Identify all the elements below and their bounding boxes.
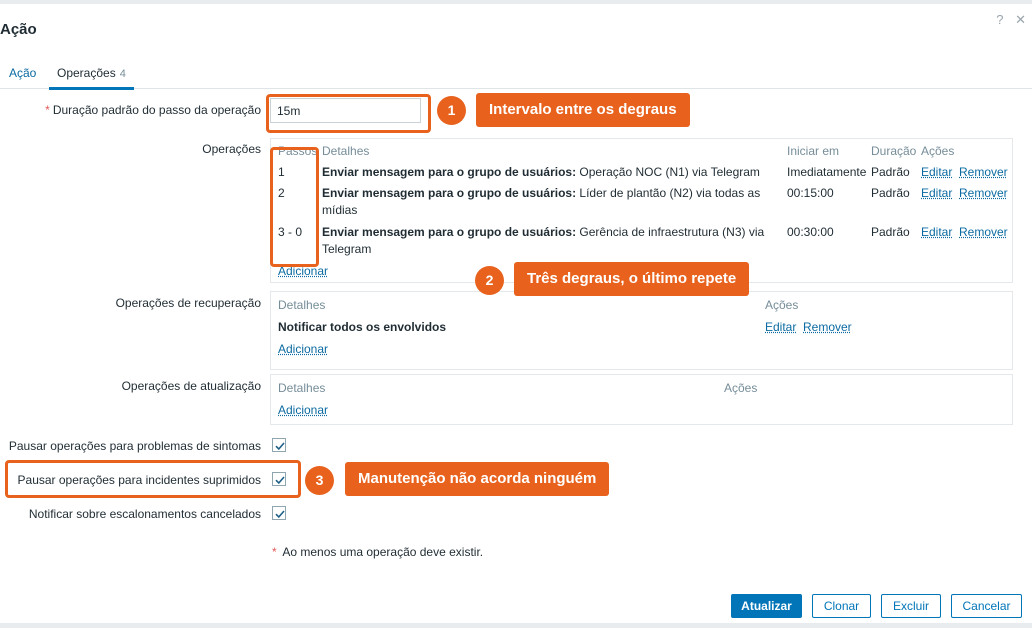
required-note: * Ao menos uma operação deve existir. bbox=[272, 545, 483, 559]
col-start-in: Iniciar em bbox=[787, 144, 840, 158]
annotation-badge-1: 1 bbox=[437, 96, 466, 125]
checkmark-icon bbox=[275, 510, 285, 519]
row3-details-text: Gerência de infraestrutura (N3) via bbox=[579, 225, 765, 239]
delete-button[interactable]: Excluir bbox=[881, 594, 941, 618]
row3-start-in: 00:30:00 bbox=[787, 225, 834, 239]
row3-edit-link[interactable]: Editar bbox=[921, 225, 952, 239]
recovery-table: Detalhes Ações Notificar todos os envolv… bbox=[270, 291, 1013, 370]
operations-label: Operações bbox=[202, 142, 261, 156]
annotation-callout-2: Três degraus, o último repete bbox=[514, 262, 750, 296]
recovery-row-details: Notificar todos os envolvidos bbox=[278, 320, 447, 334]
tab-bar: Ação Operações 4 bbox=[0, 64, 1032, 90]
col-actions: Ações bbox=[921, 144, 955, 158]
notify-cancelled-checkbox[interactable] bbox=[272, 506, 286, 520]
annotation-badge-2: 2 bbox=[475, 266, 504, 295]
tab-action[interactable]: Ação bbox=[9, 66, 36, 86]
step-duration-label-text: Duração padrão do passo da operação bbox=[52, 103, 261, 117]
recovery-col-actions: Ações bbox=[765, 298, 799, 312]
required-note-star: * bbox=[272, 545, 277, 559]
row3-details-bold: Enviar mensagem para o grupo de usuários… bbox=[322, 225, 577, 239]
update-add-link[interactable]: Adicionar bbox=[278, 403, 328, 417]
row3-remove-link[interactable]: Remover bbox=[959, 225, 1008, 239]
update-label: Operações de atualização bbox=[121, 379, 261, 393]
row1-duration: Padrão bbox=[871, 165, 910, 179]
dialog-header-icons: ? ✕ bbox=[988, 12, 1026, 28]
row1-start-in: Imediatamente bbox=[787, 165, 867, 179]
row1-edit-link[interactable]: Editar bbox=[921, 165, 952, 179]
row2-details-text2: mídias bbox=[322, 203, 358, 217]
recovery-edit-link[interactable]: Editar bbox=[765, 320, 796, 334]
tab-operations-count: 4 bbox=[119, 68, 126, 80]
row1-details-bold: Enviar mensagem para o grupo de usuários… bbox=[322, 165, 577, 179]
clone-button[interactable]: Clonar bbox=[812, 594, 871, 618]
row2-duration: Padrão bbox=[871, 186, 910, 200]
row2-details: Enviar mensagem para o grupo de usuários… bbox=[322, 185, 777, 219]
row2-start-in: 00:15:00 bbox=[787, 186, 834, 200]
annotation-callout-3: Manutenção não acorda ninguém bbox=[345, 462, 610, 496]
row1-remove-link[interactable]: Remover bbox=[959, 165, 1008, 179]
close-icon[interactable]: ✕ bbox=[1015, 12, 1026, 27]
notify-cancelled-label: Notificar sobre escalonamentos cancelado… bbox=[28, 507, 261, 521]
row2-remove-link[interactable]: Remover bbox=[959, 186, 1008, 200]
update-table: Detalhes Ações Adicionar bbox=[270, 374, 1013, 425]
update-button[interactable]: Atualizar bbox=[731, 594, 802, 618]
tab-operations-label: Operações bbox=[57, 66, 116, 80]
checkmark-icon bbox=[275, 442, 285, 451]
col-duration: Duração bbox=[871, 144, 917, 158]
help-icon[interactable]: ? bbox=[996, 12, 1003, 27]
cancel-button[interactable]: Cancelar bbox=[951, 594, 1022, 618]
required-star: * bbox=[45, 103, 50, 117]
row3-duration: Padrão bbox=[871, 225, 910, 239]
dialog-title: Ação bbox=[0, 21, 37, 38]
recovery-col-details: Detalhes bbox=[278, 298, 326, 312]
annotation-badge-3: 3 bbox=[305, 466, 334, 495]
update-col-details: Detalhes bbox=[278, 381, 326, 395]
row2-details-bold: Enviar mensagem para o grupo de usuários… bbox=[322, 186, 577, 200]
pause-symptoms-label: Pausar operações para problemas de sinto… bbox=[8, 439, 261, 453]
recovery-add-link[interactable]: Adicionar bbox=[278, 342, 328, 356]
step-duration-label: * Duração padrão do passo da operação bbox=[0, 103, 261, 117]
annotation-callout-1: Intervalo entre os degraus bbox=[476, 93, 690, 127]
recovery-label: Operações de recuperação bbox=[115, 296, 261, 310]
row2-edit-link[interactable]: Editar bbox=[921, 186, 952, 200]
update-col-actions: Ações bbox=[724, 381, 758, 395]
row1-details: Enviar mensagem para o grupo de usuários… bbox=[322, 164, 777, 181]
pause-symptoms-checkbox[interactable] bbox=[272, 438, 286, 452]
tab-operations[interactable]: Operações 4 bbox=[49, 66, 134, 90]
annotation-highlight-2 bbox=[270, 147, 319, 267]
row1-details-text: Operação NOC (N1) via Telegram bbox=[579, 165, 760, 179]
action-dialog: Ação ? ✕ Ação Operações 4 * Duração padrão… bbox=[0, 4, 1032, 623]
row2-details-text: Líder de plantão (N2) via todas as bbox=[579, 186, 761, 200]
col-details: Detalhes bbox=[322, 144, 370, 158]
annotation-highlight-3 bbox=[5, 460, 301, 498]
required-note-text: Ao menos uma operação deve existir. bbox=[282, 545, 484, 559]
annotation-highlight-1 bbox=[266, 94, 431, 133]
recovery-remove-link[interactable]: Remover bbox=[803, 320, 852, 334]
row3-details: Enviar mensagem para o grupo de usuários… bbox=[322, 224, 777, 258]
tab-action-label: Ação bbox=[9, 66, 37, 80]
row3-details-text2: Telegram bbox=[322, 242, 372, 256]
